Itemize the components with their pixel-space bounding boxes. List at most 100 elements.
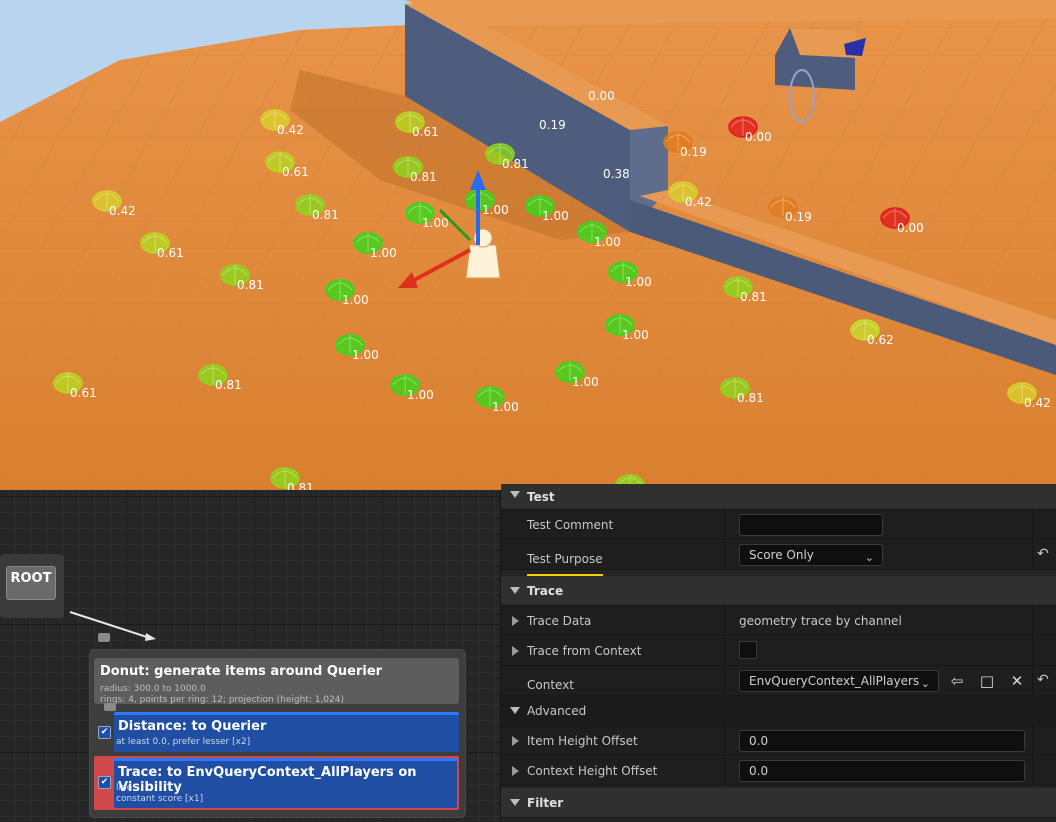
eqs-item-score: 1.00 xyxy=(422,216,449,230)
eqs-item-score: 0.81 xyxy=(215,378,242,392)
eqs-item-score: 1.00 xyxy=(622,328,649,342)
collapse-arrow-icon[interactable] xyxy=(510,799,520,806)
clear-icon[interactable]: ✕ xyxy=(1007,672,1027,690)
context-value: EnvQueryContext_AllPlayers xyxy=(749,674,920,688)
eqs-item-score: 0.81 xyxy=(740,290,767,304)
eqs-item-score: 1.00 xyxy=(492,400,519,414)
item-height-offset-label: Item Height Offset xyxy=(527,734,638,748)
eqs-item-score: 0.61 xyxy=(282,165,309,179)
test-trace-score: constant score [x1] xyxy=(116,794,204,804)
eqs-item-score: 0.19 xyxy=(680,145,707,159)
expand-arrow-icon[interactable] xyxy=(512,766,519,776)
row-trace-data: Trace Data geometry trace by channel xyxy=(501,606,1056,636)
eqs-item-score: 1.00 xyxy=(352,348,379,362)
test-comment-label: Test Comment xyxy=(527,518,614,532)
row-item-height-offset: Item Height Offset 0.0 xyxy=(501,726,1056,756)
eqs-item-score: 1.00 xyxy=(625,275,652,289)
pin-icon xyxy=(98,633,110,642)
generator-node[interactable]: Donut: generate items around Querier rad… xyxy=(90,650,465,817)
test-distance-checkbox[interactable]: ✔ xyxy=(98,726,111,739)
row-test-comment: Test Comment xyxy=(501,510,1056,540)
eqs-item-score: 0.81 xyxy=(410,170,437,184)
generator-title: Donut: generate items around Querier xyxy=(100,664,383,679)
test-purpose-dropdown[interactable]: Score Only ⌄ xyxy=(739,544,883,566)
eqs-item-score: 1.00 xyxy=(342,293,369,307)
eqs-item-score: 0.19 xyxy=(785,210,812,224)
test-trace-desc: line xyxy=(116,783,133,793)
eqs-item-score: 0.42 xyxy=(109,204,136,218)
expand-arrow-icon[interactable] xyxy=(512,736,519,746)
test-distance[interactable]: ✔ Distance: to Querier at least 0.0, pre… xyxy=(94,712,459,752)
row-trace-from-context: Trace from Context xyxy=(501,636,1056,666)
collapse-arrow-icon[interactable] xyxy=(510,491,520,498)
root-to-generator-wire xyxy=(69,611,151,639)
row-context: Context EnvQueryContext_AllPlayers ⌄ ⇦ □… xyxy=(501,666,1056,702)
expand-arrow-icon[interactable] xyxy=(512,616,519,626)
wire-arrow xyxy=(145,633,156,641)
eqs-item-score: 0.62 xyxy=(867,333,894,347)
context-height-offset-label: Context Height Offset xyxy=(527,764,658,778)
test-distance-title: Distance: to Querier xyxy=(118,719,267,734)
item-height-offset-input[interactable]: 0.0 xyxy=(739,730,1025,752)
eqs-item-score: 0.00 xyxy=(897,221,924,235)
eqs-item-score: 0.38 xyxy=(603,167,630,181)
category-advanced-label: Advanced xyxy=(527,704,587,718)
row-test-purpose: Test Purpose Score Only ⌄ ↶ xyxy=(501,540,1056,576)
category-test-label: Test xyxy=(527,490,555,504)
eqs-item-score: 1.00 xyxy=(572,375,599,389)
reset-arrow-icon[interactable]: ↶ xyxy=(1037,546,1049,562)
eqs-item-score: 1.00 xyxy=(407,388,434,402)
eqs-item-score: 0.61 xyxy=(412,125,439,139)
eqs-item-score: 0.81 xyxy=(737,391,764,405)
collapse-arrow-icon[interactable] xyxy=(510,587,520,594)
test-trace-checkbox[interactable]: ✔ xyxy=(98,776,111,789)
generator-header[interactable]: Donut: generate items around Querier rad… xyxy=(94,658,459,705)
eqs-item-score: 1.00 xyxy=(482,203,509,217)
test-comment-input[interactable] xyxy=(739,514,883,536)
category-filter-label: Filter xyxy=(527,796,564,810)
generator-radius: radius: 300.0 to 1000.0 xyxy=(100,684,206,694)
trace-from-context-checkbox[interactable] xyxy=(739,641,757,659)
eqs-item-score: 0.61 xyxy=(157,246,184,260)
eqs-item-score: 0.00 xyxy=(745,130,772,144)
eqs-graph-panel[interactable]: ROOT Donut: generate items around Querie… xyxy=(0,490,500,822)
generator-rings: rings: 4, points per ring: 12; projectio… xyxy=(100,695,344,705)
find-in-browser-icon[interactable]: □ xyxy=(977,672,997,690)
test-trace-title: Trace: to EnvQueryContext_AllPlayers on … xyxy=(118,765,417,795)
eqs-item-score: 0.61 xyxy=(70,386,97,400)
eqs-item-score: 0.81 xyxy=(502,157,529,171)
eqs-item-score: 0.81 xyxy=(237,278,264,292)
expand-arrow-icon[interactable] xyxy=(512,646,519,656)
collapse-arrow-icon[interactable] xyxy=(510,707,520,714)
test-purpose-value: Score Only xyxy=(749,548,814,562)
test-trace[interactable]: ✔ Trace: to EnvQueryContext_AllPlayers o… xyxy=(94,756,459,810)
browse-icon[interactable]: ⇦ xyxy=(947,672,967,690)
test-distance-body[interactable]: Distance: to Querier at least 0.0, prefe… xyxy=(114,712,459,752)
eqs-item-score: 0.81 xyxy=(312,208,339,222)
category-test[interactable]: Test xyxy=(501,484,1056,510)
eqs-item-score: 0.00 xyxy=(588,89,615,103)
trace-from-context-label: Trace from Context xyxy=(527,644,642,658)
reset-arrow-icon[interactable]: ↶ xyxy=(1037,672,1049,688)
category-advanced[interactable]: Advanced xyxy=(501,696,1056,726)
context-height-offset-input[interactable]: 0.0 xyxy=(739,760,1025,782)
chevron-down-icon: ⌄ xyxy=(864,551,874,564)
level-viewport[interactable]: 0.42 0.61 0.61 0.81 0.42 0.81 0.81 0.61 1.00 1.00… xyxy=(0,0,1056,490)
category-trace[interactable]: Trace xyxy=(501,576,1056,606)
category-trace-label: Trace xyxy=(527,584,564,598)
eqs-item-score: 0.42 xyxy=(277,123,304,137)
trace-data-value: geometry trace by channel xyxy=(739,614,902,628)
eqs-item-score: 0.42 xyxy=(1024,396,1051,410)
output-pin-icon xyxy=(104,703,116,711)
eqs-item-score: 0.19 xyxy=(539,118,566,132)
context-class-dropdown[interactable]: EnvQueryContext_AllPlayers ⌄ xyxy=(739,670,939,692)
test-trace-body[interactable]: Trace: to EnvQueryContext_AllPlayers on … xyxy=(114,758,457,808)
eqs-item-score: 1.00 xyxy=(542,209,569,223)
trace-data-label: Trace Data xyxy=(527,614,592,628)
eqs-item-score: 0.81 xyxy=(287,481,314,490)
viewport-scene: 0.42 0.61 0.61 0.81 0.42 0.81 0.81 0.61 1.00 1.00… xyxy=(0,0,1056,490)
category-filter[interactable]: Filter xyxy=(501,788,1056,818)
eqs-item-score: 1.00 xyxy=(594,235,621,249)
test-purpose-label: Test Purpose xyxy=(527,544,603,576)
eqs-item-score: 1.00 xyxy=(370,246,397,260)
